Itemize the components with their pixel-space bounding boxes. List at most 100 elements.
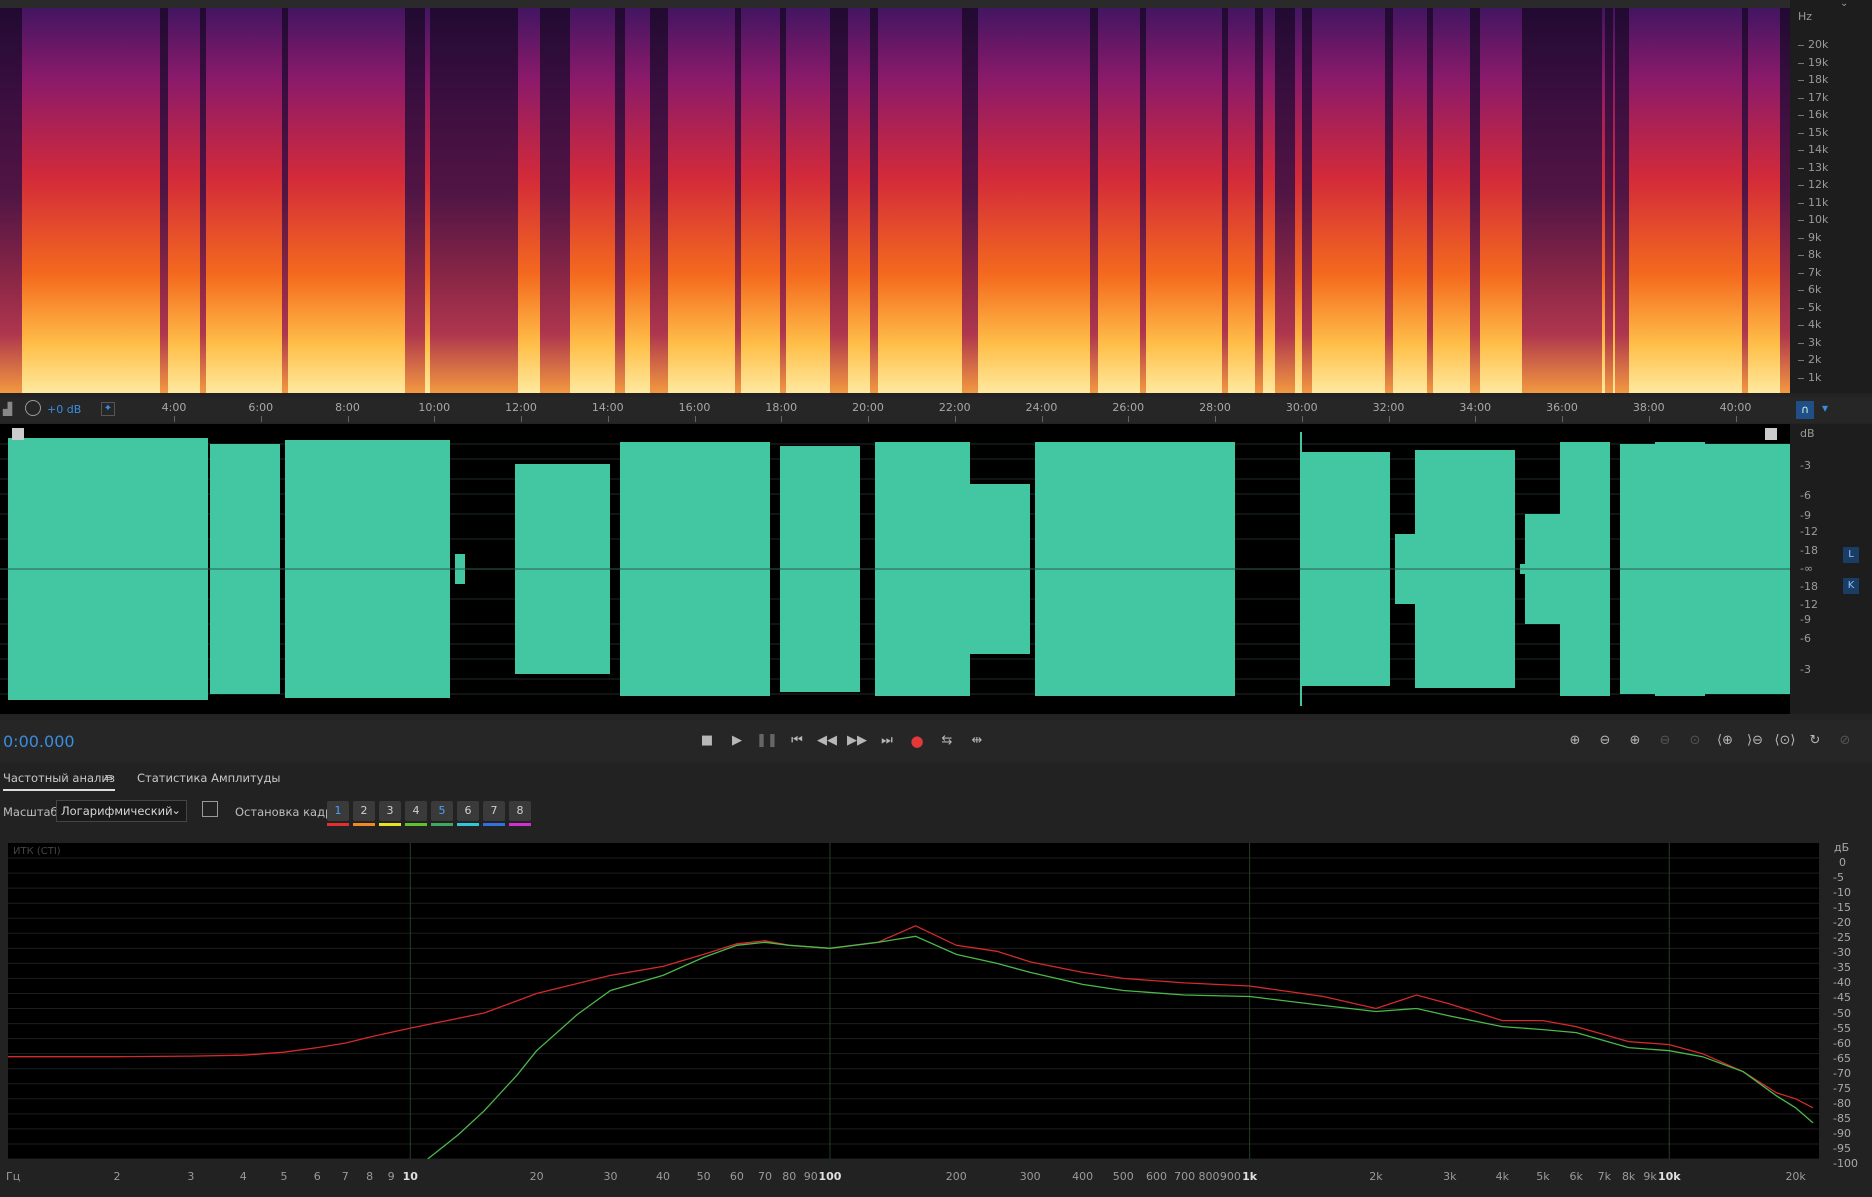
frequency-tick-label: 3 (187, 1170, 195, 1183)
freeze-frame-button[interactable]: 8 (509, 801, 531, 821)
db-tick-label: -9 (1800, 613, 1811, 626)
spectrogram-quiet-band (1140, 0, 1146, 393)
freeze-frame-button[interactable]: 2 (353, 801, 375, 821)
spectrogram-quiet-band (1605, 0, 1613, 393)
time-tick-mark (1562, 416, 1563, 422)
db-unit-label: dB (1800, 427, 1815, 440)
frequency-axis-unit: Гц (6, 1170, 21, 1183)
channel-left-toggle[interactable]: L (1843, 547, 1859, 563)
time-display[interactable]: 0:00.000 (3, 732, 75, 751)
spectrogram-quiet-band (1275, 0, 1295, 393)
panel-menu-icon[interactable]: ≡ (104, 771, 113, 784)
record-button[interactable]: ● (904, 728, 930, 754)
db-tick-label: -18 (1800, 580, 1818, 593)
time-tick-label: 30:00 (1285, 401, 1318, 414)
frequency-tick-label: 3k (1443, 1170, 1457, 1183)
pin-icon[interactable]: ✦ (101, 402, 115, 416)
zoom-out-corner-icon[interactable] (1765, 428, 1777, 440)
spectrogram-quiet-band (1385, 0, 1393, 393)
gain-value[interactable]: +0 dB (47, 403, 81, 416)
db-axis-tick-label: -85 (1833, 1111, 1851, 1125)
zoom-in-time-icon[interactable]: ⊕ (1622, 728, 1648, 754)
frequency-tick-label: 70 (757, 1170, 772, 1183)
frequency-tick-label: 100 (818, 1170, 842, 1183)
chevron-down-icon: ⌄ (171, 803, 181, 817)
frequency-tick-label: 4k (1495, 1170, 1509, 1183)
time-tick-mark (1215, 416, 1216, 422)
spectrogram-quiet-band (200, 0, 206, 393)
skip-selection-button[interactable]: ⇹ (964, 728, 990, 754)
waveform-view[interactable] (0, 424, 1790, 714)
scale-dropdown[interactable]: Логарифмический ⌄ (56, 800, 187, 822)
channel-right-toggle[interactable]: K (1843, 578, 1859, 594)
db-tick-label: -6 (1800, 632, 1811, 645)
freeze-frame-button[interactable]: 5 (431, 801, 453, 821)
spectrogram-quiet-band (615, 0, 625, 393)
frequency-tick-label: 90 (803, 1170, 818, 1183)
pause-button[interactable]: ❚❚ (754, 728, 780, 754)
db-axis-tick-label: 0 (1839, 856, 1846, 870)
hz-tick-mark (1798, 97, 1804, 99)
snap-icon[interactable]: ∩ (1796, 401, 1814, 419)
zoom-selection-in-icon[interactable]: ⟨⊕ (1712, 728, 1738, 754)
level-meter-icon[interactable]: ▟ (3, 402, 12, 416)
hz-tick-mark (1798, 360, 1804, 361)
hz-tick-mark (1798, 325, 1804, 326)
zoom-extra-icon[interactable]: ⊘ (1832, 728, 1858, 754)
frequency-tick-label: 2k (1369, 1170, 1383, 1183)
hz-tick-mark (1798, 132, 1804, 134)
hz-tick-mark (1798, 167, 1804, 169)
frequency-tick-label: 600 (1146, 1170, 1168, 1183)
fast-forward-button[interactable]: ▶▶ (844, 728, 870, 754)
frequency-tick-label: 9 (387, 1170, 395, 1183)
frequency-tick-label: 300 (1019, 1170, 1041, 1183)
go-to-end-button[interactable]: ⏭ (874, 728, 900, 754)
hz-tick-mark (1798, 237, 1804, 239)
hz-tick-mark (1798, 45, 1804, 46)
zoom-to-fit-icon[interactable]: ⟨⊙⟩ (1772, 728, 1798, 754)
time-tick-mark (434, 416, 436, 422)
gain-knob-icon[interactable] (25, 400, 41, 416)
zoom-in-amplitude-icon[interactable]: ⊕ (1562, 728, 1588, 754)
hz-tick-label: 20k (1808, 38, 1829, 51)
stop-button[interactable]: ■ (694, 728, 720, 754)
frequency-tick-label: 4 (239, 1170, 247, 1183)
zoom-out-time-icon[interactable]: ⊖ (1652, 728, 1678, 754)
spectrum-graph[interactable]: ИТК (CTI) (0, 843, 1819, 1160)
spectrogram-quiet-band (1302, 0, 1312, 393)
tab-amplitude-statistics[interactable]: Статистика Амплитуды (137, 771, 281, 785)
time-tick-label: 24:00 (1025, 401, 1058, 414)
zoom-out-amplitude-icon[interactable]: ⊖ (1592, 728, 1618, 754)
freeze-frame-color-bar (353, 823, 375, 826)
zoom-full-icon[interactable]: ⊙ (1682, 728, 1708, 754)
spectrogram-view[interactable] (0, 0, 1790, 393)
hz-tick-label: 5k (1808, 300, 1822, 314)
hz-tick-label: 8k (1808, 248, 1822, 261)
freeze-frame-button[interactable]: 3 (379, 801, 401, 821)
freeze-frame-button[interactable]: 1 (327, 801, 349, 821)
spectrogram-quiet-band (962, 0, 978, 393)
export-icon[interactable] (202, 801, 218, 817)
zoom-reset-icon[interactable]: ↻ (1802, 728, 1828, 754)
freeze-frame-button[interactable]: 7 (483, 801, 505, 821)
rewind-button[interactable]: ◀◀ (814, 728, 840, 754)
go-to-start-button[interactable]: ⏮ (784, 728, 810, 754)
freeze-frame-button[interactable]: 4 (405, 801, 427, 821)
tab-frequency-analysis[interactable]: Частотный анализ (3, 771, 115, 791)
db-axis-tick-label: -55 (1833, 1021, 1851, 1035)
hz-tick-mark (1798, 342, 1804, 344)
hz-tick-mark (1798, 255, 1804, 256)
db-tick-label: -12 (1800, 598, 1818, 611)
frequency-tick-label: 10k (1657, 1170, 1681, 1183)
timeline-ruler[interactable]: ▟ +0 dB ✦ 4:00 6:00 8:00 10:00 12:00 14:00 16:… (0, 397, 1872, 423)
marker-icon[interactable]: ▾ (1822, 401, 1828, 415)
zoom-in-corner-icon[interactable] (12, 428, 24, 440)
time-tick-label: 32:00 (1372, 401, 1405, 414)
hz-tick-label: 15k (1808, 125, 1829, 139)
loop-button[interactable]: ⇆ (934, 728, 960, 754)
spectrogram-quiet-band (1255, 0, 1263, 393)
zoom-selection-out-icon[interactable]: ⟩⊖ (1742, 728, 1768, 754)
freeze-frame-button[interactable]: 6 (457, 801, 479, 821)
collapse-icon[interactable]: ⌄ (1840, 0, 1848, 9)
play-button[interactable]: ▶ (724, 728, 750, 754)
